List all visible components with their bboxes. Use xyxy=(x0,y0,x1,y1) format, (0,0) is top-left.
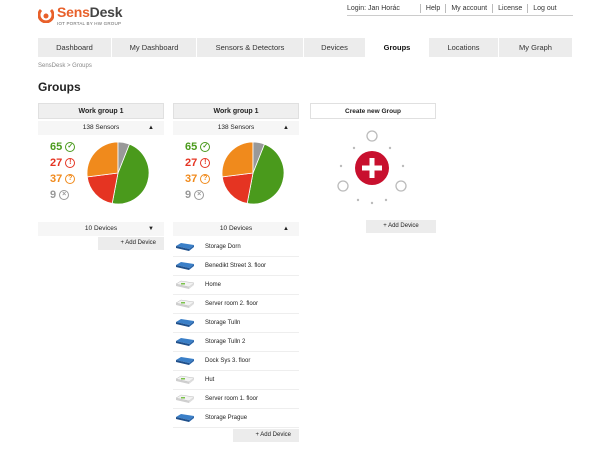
device-name: Server room 2. floor xyxy=(205,301,259,307)
device-item[interactable]: Storage Tulln 2 xyxy=(173,333,299,352)
logo-icon xyxy=(38,8,54,23)
add-device-button[interactable]: + Add Device xyxy=(233,429,299,442)
add-device-button[interactable]: + Add Device xyxy=(366,220,436,233)
blue-device-icon xyxy=(176,262,194,270)
tab-groups[interactable]: Groups xyxy=(366,38,429,57)
blue-device-icon xyxy=(176,319,194,327)
device-name: Hut xyxy=(205,377,215,383)
tab-locations[interactable]: Locations xyxy=(429,38,499,57)
tab-my-dashboard[interactable]: My Dashboard xyxy=(112,38,197,57)
device-name: Storage Tulln xyxy=(205,320,241,326)
device-item[interactable]: Storage Prague xyxy=(173,409,299,428)
tab-sensors-detectors[interactable]: Sensors & Detectors xyxy=(197,38,304,57)
white-device-icon xyxy=(175,280,195,289)
device-item[interactable]: Hut xyxy=(173,371,299,390)
main-nav: Dashboard My Dashboard Sensors & Detecto… xyxy=(38,38,572,57)
check-icon: ✓ xyxy=(65,142,76,152)
login-label: Login: Jan Horác xyxy=(347,5,400,12)
stat-ok[interactable]: 65 ✓ xyxy=(50,141,76,153)
logo-subtitle: IOT PORTAL BY HW GROUP xyxy=(57,21,122,26)
create-group-button[interactable]: Create new Group xyxy=(310,103,436,119)
check-icon: ✓ xyxy=(200,142,211,152)
create-group-illustration[interactable] xyxy=(332,126,412,206)
stat-offline[interactable]: 9 × xyxy=(185,189,205,201)
offline-icon: × xyxy=(59,190,70,200)
blue-device-icon xyxy=(176,414,194,422)
device-list: Storage Dorn Benedikt Street 3. floor Home… xyxy=(173,238,299,428)
my-account-link[interactable]: My account xyxy=(445,4,492,13)
help-link[interactable]: Help xyxy=(419,4,445,13)
device-item[interactable]: Home xyxy=(173,276,299,295)
devices-count: 10 Devices xyxy=(84,225,118,232)
stat-alarm[interactable]: 27! xyxy=(50,157,76,169)
device-item[interactable]: Server room 1. floor xyxy=(173,390,299,409)
white-device-icon xyxy=(175,375,195,384)
warning-icon: ? xyxy=(65,174,76,184)
stat-offline[interactable]: 9 × xyxy=(50,189,70,201)
alarm-icon: ! xyxy=(200,158,211,168)
blue-device-icon xyxy=(176,243,194,251)
pie-slice-alarm[interactable] xyxy=(86,172,119,204)
blue-device-icon xyxy=(176,338,194,346)
device-name: Server room 1. floor xyxy=(205,396,259,402)
device-name: Dock Sys 3. floor xyxy=(205,358,251,364)
stat-warning[interactable]: 37? xyxy=(185,173,211,185)
top-account-bar: Login: Jan Horác Help My account License… xyxy=(347,4,562,13)
white-device-icon xyxy=(175,299,195,308)
device-name: Storage Tulln 2 xyxy=(205,339,246,345)
device-item[interactable]: Server room 2. floor xyxy=(173,295,299,314)
top-divider xyxy=(347,15,573,16)
sensors-toggle[interactable]: 138 Sensors ▲ xyxy=(173,121,299,135)
caret-up-icon: ▲ xyxy=(283,125,289,131)
stat-ok[interactable]: 65 ✓ xyxy=(185,141,211,153)
sensors-toggle[interactable]: 138 Sensors ▲ xyxy=(38,121,164,135)
device-item[interactable]: Storage Tulln xyxy=(173,314,299,333)
device-item[interactable]: Storage Dorn xyxy=(173,238,299,257)
devices-count: 10 Devices xyxy=(219,225,253,232)
device-item[interactable]: Dock Sys 3. floor xyxy=(173,352,299,371)
alarm-icon: ! xyxy=(65,158,76,168)
sensor-status-pie xyxy=(86,141,150,205)
page-title: Groups xyxy=(38,80,81,94)
device-name: Storage Dorn xyxy=(205,244,241,250)
caret-down-icon: ▲ xyxy=(283,226,289,232)
sensors-count: 138 Sensors xyxy=(82,124,120,131)
offline-icon: × xyxy=(194,190,205,200)
group-title[interactable]: Work group 1 xyxy=(38,103,164,119)
sensors-count: 138 Sensors xyxy=(217,124,255,131)
device-name: Benedikt Street 3. floor xyxy=(205,263,267,269)
sensdesk-logo[interactable]: SensDesk IOT PORTAL BY HW GROUP xyxy=(38,4,123,26)
group-card: Work group 1 138 Sensors ▲ 65 ✓ 27! 37? 9… xyxy=(173,103,299,442)
sensor-stats: 65 ✓ 27! 37? 9 × xyxy=(173,135,299,220)
blue-device-icon xyxy=(176,357,194,365)
logout-link[interactable]: Log out xyxy=(527,4,561,13)
caret-down-icon: ▼ xyxy=(148,226,154,232)
breadcrumb[interactable]: SensDesk > Groups xyxy=(38,63,92,69)
license-link[interactable]: License xyxy=(492,4,527,13)
sensor-status-pie xyxy=(221,141,285,205)
group-title[interactable]: Work group 1 xyxy=(173,103,299,119)
devices-toggle[interactable]: 10 Devices ▲ xyxy=(173,222,299,236)
stat-warning[interactable]: 37? xyxy=(50,173,76,185)
device-item[interactable]: Benedikt Street 3. floor xyxy=(173,257,299,276)
tab-my-graph[interactable]: My Graph xyxy=(499,38,572,57)
pie-slice-alarm[interactable] xyxy=(221,172,254,204)
caret-up-icon: ▲ xyxy=(148,125,154,131)
pie-slice-warning[interactable] xyxy=(221,141,254,178)
stat-alarm[interactable]: 27! xyxy=(185,157,211,169)
device-name: Storage Prague xyxy=(205,415,248,421)
devices-toggle[interactable]: 10 Devices ▼ xyxy=(38,222,164,236)
device-name: Home xyxy=(205,282,222,288)
tab-devices[interactable]: Devices xyxy=(304,38,366,57)
warning-icon: ? xyxy=(200,174,211,184)
sensor-stats: 65 ✓ 27! 37? 9 × xyxy=(38,135,164,220)
group-card: Work group 1 138 Sensors ▲ 65 ✓ 27! 37? 9… xyxy=(38,103,164,250)
white-device-icon xyxy=(175,394,195,403)
logo-wordmark: SensDesk xyxy=(57,4,123,20)
pie-slice-warning[interactable] xyxy=(86,141,119,178)
tab-dashboard[interactable]: Dashboard xyxy=(38,38,112,57)
add-device-button[interactable]: + Add Device xyxy=(98,237,164,250)
